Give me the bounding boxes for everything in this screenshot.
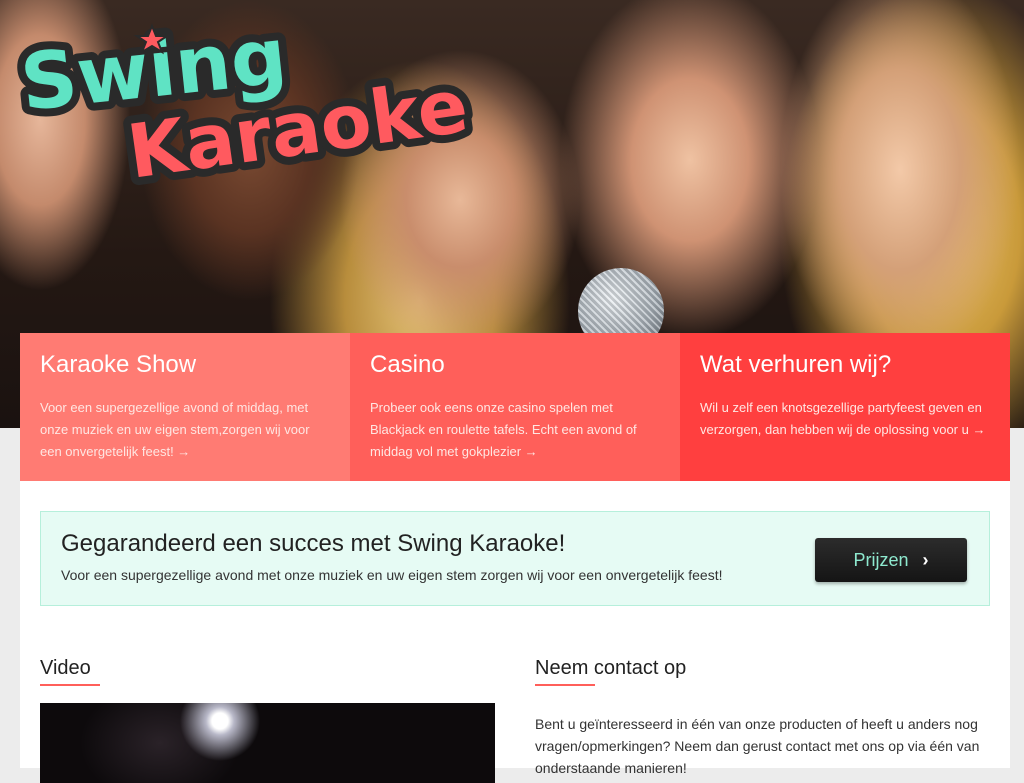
chevron-right-icon: › xyxy=(922,549,929,570)
feature-verhuur[interactable]: Wat verhuren wij? Wil u zelf een knotsge… xyxy=(680,333,1010,481)
cta-box: Gegarandeerd een succes met Swing Karaok… xyxy=(40,511,990,606)
feature-text[interactable]: Probeer ook eens onze casino spelen met … xyxy=(370,397,660,463)
feature-text[interactable]: Wil u zelf een knotsgezellige partyfeest… xyxy=(700,397,990,441)
cta-title: Gegarandeerd een succes met Swing Karaok… xyxy=(61,530,566,557)
video-heading: Video xyxy=(40,657,100,686)
swing-karaoke-logo[interactable]: Swing Swing Karaoke Karaoke xyxy=(12,18,502,198)
feature-karaoke-show[interactable]: Karaoke Show Voor een supergezellige avo… xyxy=(20,333,350,481)
feature-title: Karaoke Show xyxy=(40,351,197,378)
feature-row: Karaoke Show Voor een supergezellige avo… xyxy=(20,333,1010,481)
contact-heading: Neem contact op xyxy=(535,657,686,686)
heading-underline xyxy=(535,684,595,686)
heading-underline xyxy=(40,684,100,686)
cta-text: Voor een supergezellige avond met onze m… xyxy=(61,567,723,583)
content-panel: Gegarandeerd een succes met Swing Karaok… xyxy=(20,481,1010,783)
feature-text[interactable]: Voor een supergezellige avond of middag,… xyxy=(40,397,330,463)
feature-title: Casino xyxy=(370,351,445,378)
feature-casino[interactable]: Casino Probeer ook eens onze casino spel… xyxy=(350,333,680,481)
video-player[interactable] xyxy=(40,703,495,783)
contact-text: Bent u geïnteresseerd in één van onze pr… xyxy=(535,716,980,776)
prijzen-button[interactable]: Prijzen › xyxy=(815,538,967,582)
feature-title: Wat verhuren wij? xyxy=(700,351,892,378)
prijzen-button-label: Prijzen xyxy=(853,549,909,570)
